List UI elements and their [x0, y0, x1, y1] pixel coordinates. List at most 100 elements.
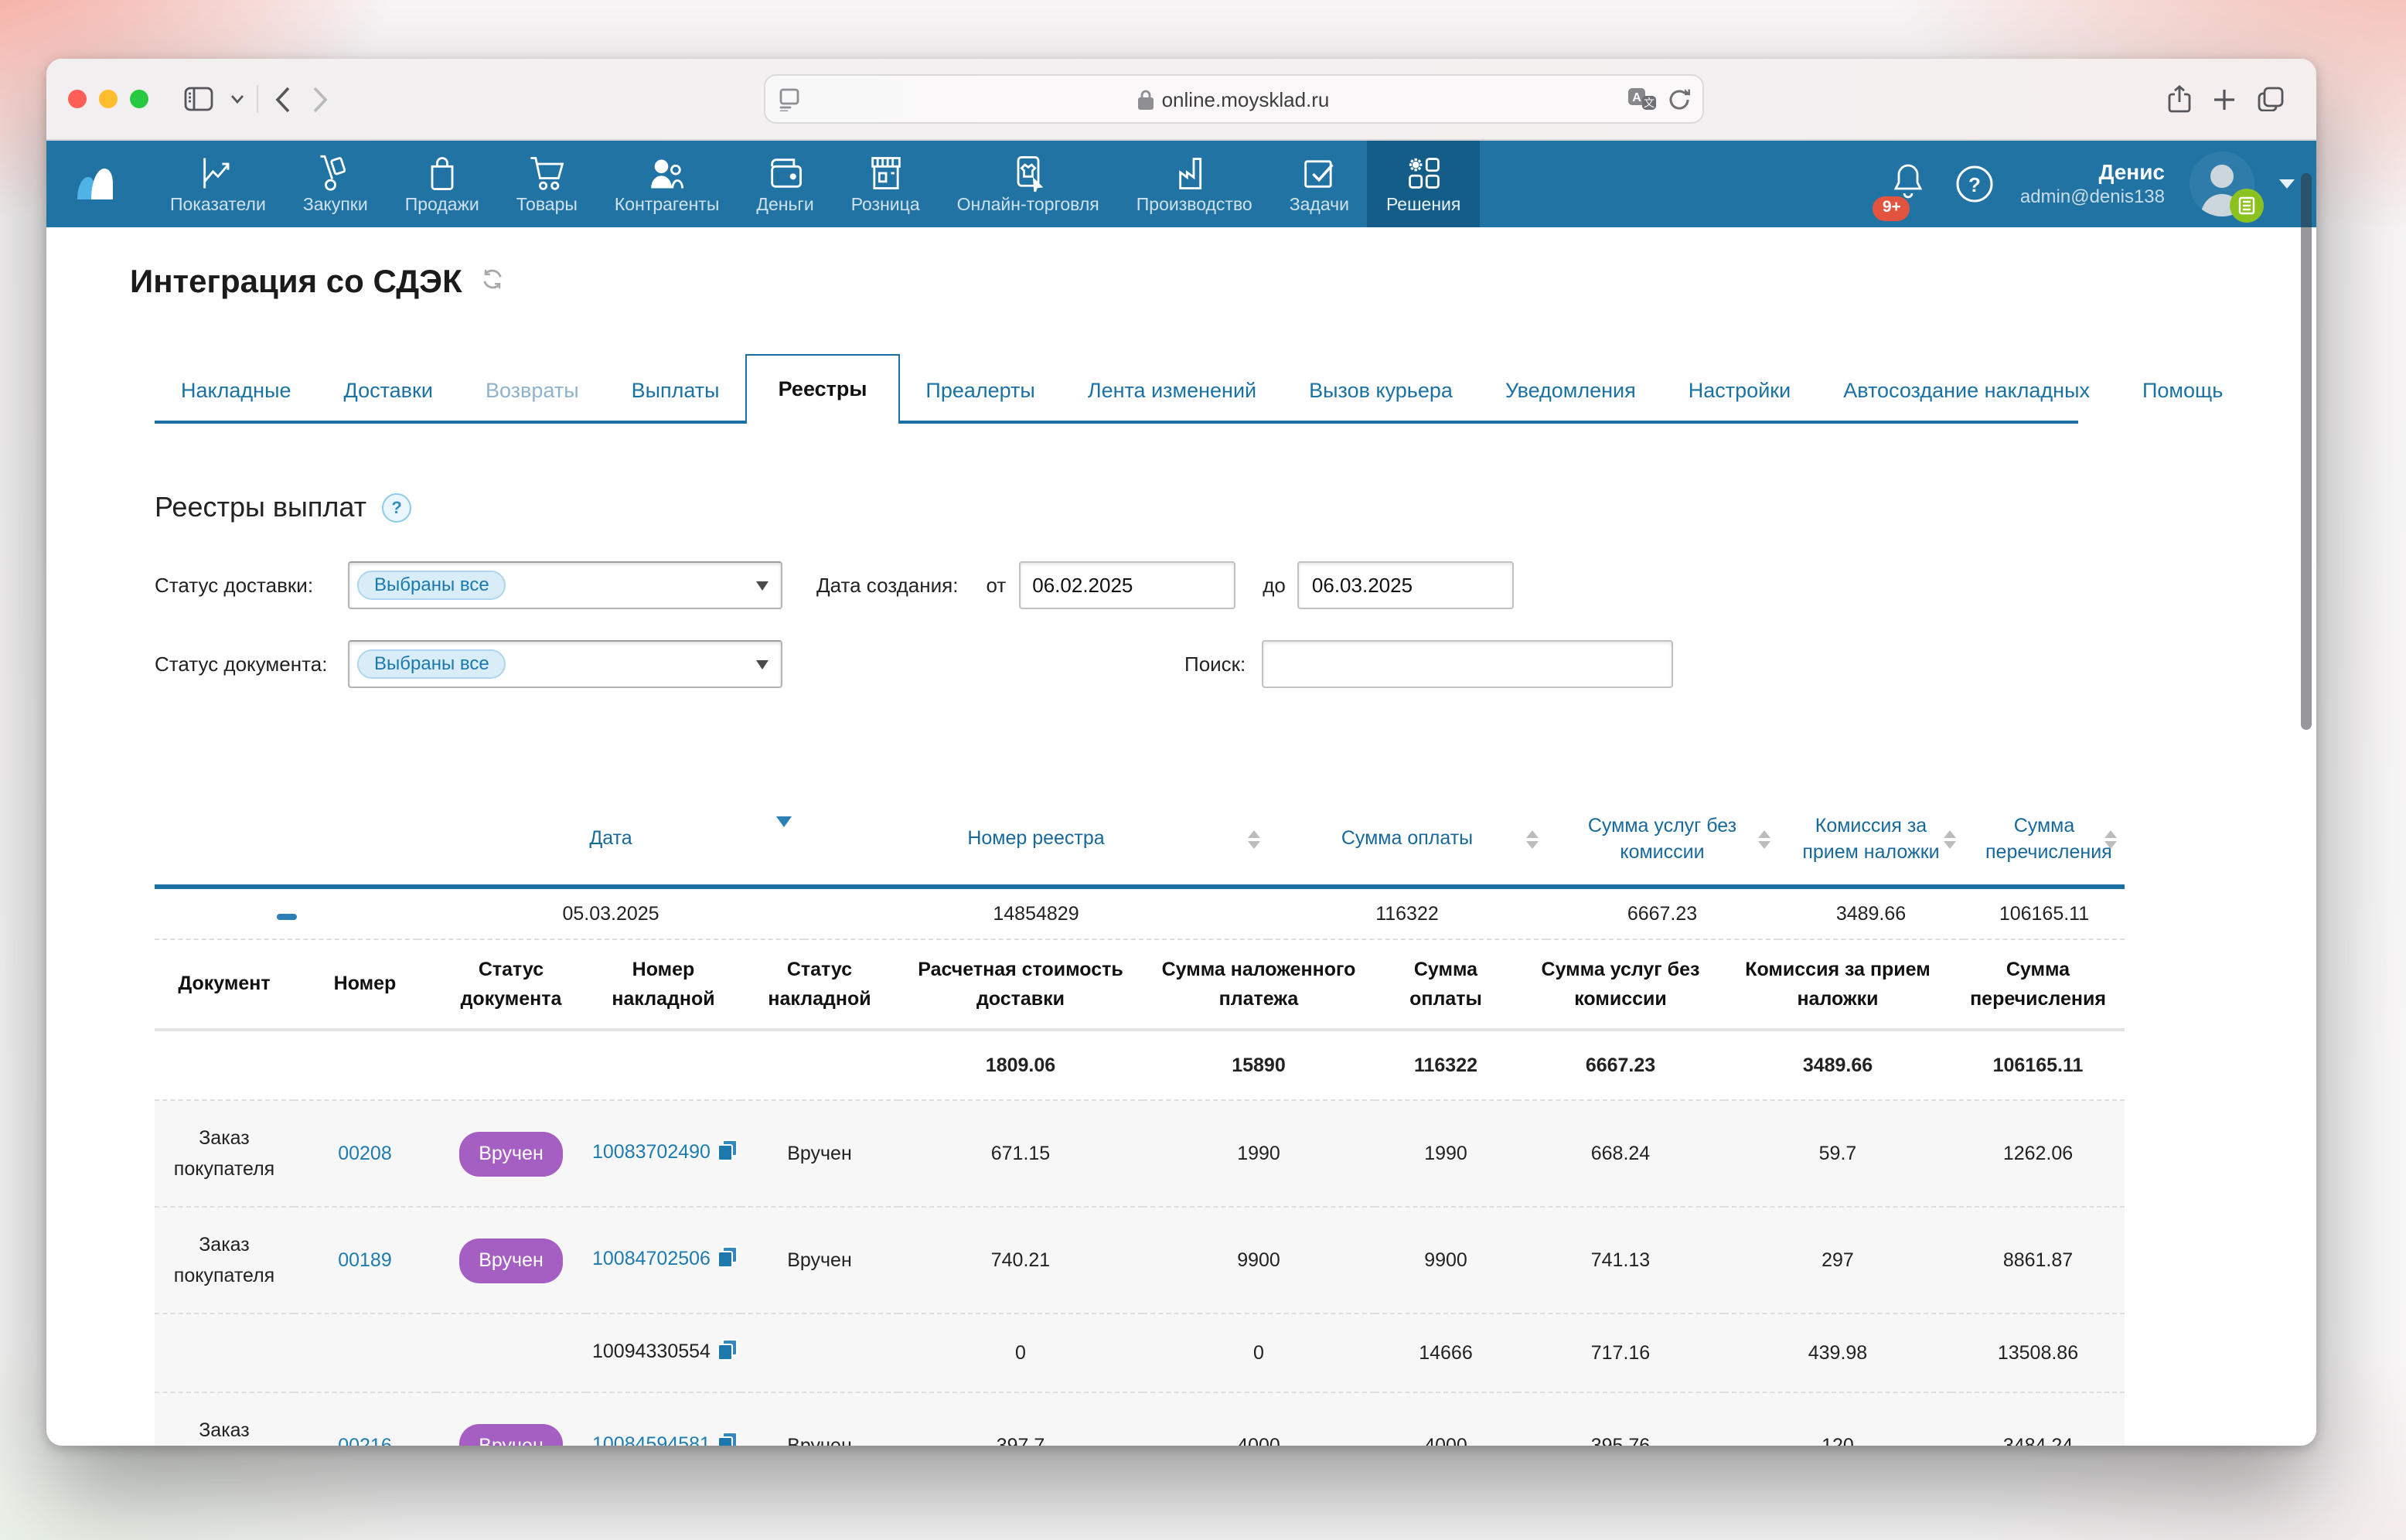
section-help-icon[interactable]: ? — [382, 493, 411, 523]
copy-icon[interactable] — [718, 1433, 738, 1446]
document-status-select[interactable]: Выбраны все — [348, 639, 782, 687]
cell-cod-sum: 4000 — [1143, 1393, 1375, 1446]
nav-item-kontragenty[interactable]: Контрагенты — [596, 141, 738, 227]
sidebar-toggle-icon[interactable] — [173, 76, 224, 122]
col-registry-number[interactable]: Номер реестра — [804, 798, 1268, 887]
document-status-value: Выбраны все — [357, 649, 506, 678]
col-document: Документ — [155, 940, 294, 1031]
nav-item-prodazhi[interactable]: Продажи — [387, 141, 498, 227]
zoom-window-button[interactable] — [130, 90, 148, 108]
nav-item-tovary[interactable]: Товары — [498, 141, 596, 227]
copy-icon[interactable] — [718, 1140, 738, 1171]
refresh-icon[interactable] — [481, 267, 504, 298]
tab-bar: Накладные Доставки Возвраты Выплаты Реес… — [155, 354, 2078, 424]
minimize-window-button[interactable] — [99, 90, 118, 108]
cell-payment-sum: 9900 — [1375, 1208, 1517, 1314]
waybill-number-link[interactable]: 10084594581 — [592, 1434, 711, 1446]
sort-icon[interactable] — [1248, 830, 1260, 849]
tab-avtosozdanie[interactable]: Автосоздание накладных — [1817, 362, 2116, 421]
cell-payment-sum: 1990 — [1375, 1101, 1517, 1208]
user-name: Денис — [2020, 159, 2165, 186]
reload-icon[interactable] — [1668, 87, 1690, 111]
cell-delivery-cost: 740.21 — [898, 1208, 1143, 1314]
col-transfer-sum[interactable]: Сумма перечисления — [1964, 798, 2125, 887]
cell-transfer-sum: 3484.24 — [1951, 1393, 2125, 1446]
lock-icon — [1139, 89, 1154, 109]
tab-vyplaty[interactable]: Выплаты — [605, 362, 746, 421]
tab-vyzov-kuryera[interactable]: Вызов курьера — [1283, 362, 1479, 421]
copy-icon[interactable] — [718, 1247, 738, 1278]
moysklad-logo[interactable] — [68, 141, 127, 227]
nav-item-online-torgovlya[interactable]: Онлайн-торговля — [939, 141, 1118, 227]
col-services-sum[interactable]: Сумма услуг без комиссии — [1546, 798, 1778, 887]
handtruck-icon — [315, 152, 356, 192]
cell-transfer-sum: 1262.06 — [1951, 1101, 2125, 1208]
sort-icon[interactable] — [2104, 830, 2117, 849]
nav-item-pokazateli[interactable]: Показатели — [152, 141, 285, 227]
avatar[interactable] — [2190, 152, 2254, 216]
tab-nakladnye[interactable]: Накладные — [155, 362, 318, 421]
new-tab-icon[interactable] — [2202, 76, 2247, 122]
table-row: Заказ покупателя 00216 Вручен 1008459458… — [155, 1393, 2125, 1446]
document-number-link[interactable]: 00208 — [338, 1143, 392, 1165]
document-number-link[interactable]: 00189 — [338, 1250, 392, 1272]
sort-desc-icon[interactable] — [776, 816, 792, 827]
share-icon[interactable] — [2157, 76, 2202, 122]
nav-item-dengi[interactable]: Деньги — [738, 141, 832, 227]
col-date[interactable]: Дата — [417, 798, 804, 887]
page-title: Интеграция со СДЭК — [130, 264, 462, 302]
date-to-input[interactable] — [1298, 560, 1515, 608]
sort-icon[interactable] — [1944, 830, 1956, 849]
tab-pomosch[interactable]: Помощь — [2116, 362, 2249, 421]
nav-item-roznitsa[interactable]: Розница — [833, 141, 939, 227]
notifications-button[interactable]: 9+ — [1887, 154, 1931, 214]
back-button[interactable] — [264, 76, 302, 122]
help-button[interactable]: ? — [1955, 164, 1995, 204]
address-bar[interactable]: online.moysklad.ru A文 — [764, 74, 1704, 124]
delivery-status-label: Статус доставки: — [155, 573, 348, 596]
cell-commission: 297 — [1724, 1208, 1951, 1314]
nav-item-proizvodstvo[interactable]: Производство — [1118, 141, 1271, 227]
sort-icon[interactable] — [1758, 830, 1770, 849]
cell-cod-sum: 0 — [1143, 1314, 1375, 1393]
search-label: Поиск: — [1184, 652, 1246, 675]
waybill-number-link[interactable]: 10083702490 — [592, 1142, 711, 1164]
tab-overview-icon[interactable] — [2247, 76, 2295, 122]
cell-waybill-status: Вручен — [741, 1208, 898, 1314]
cell-services-sum: 668.24 — [1517, 1101, 1724, 1208]
waybill-number-link[interactable]: 10084702506 — [592, 1249, 711, 1270]
page-content: Интеграция со СДЭК Накладные Доставки Во… — [46, 227, 2316, 1446]
col-commission[interactable]: Комиссия за прием наложки — [1778, 798, 1964, 887]
sort-icon[interactable] — [1526, 830, 1539, 849]
registries-table: Дата Номер реестра Сумма оплаты Сумма ус… — [155, 798, 2125, 1446]
tab-vozvraty[interactable]: Возвраты — [459, 362, 605, 421]
cell-commission: 439.98 — [1724, 1314, 1951, 1393]
collapse-group-button[interactable] — [276, 914, 296, 920]
tab-nastroyki[interactable]: Настройки — [1662, 362, 1817, 421]
sidebar-chevron-icon[interactable] — [224, 76, 250, 122]
user-info[interactable]: Денис admin@denis138 — [2020, 159, 2165, 210]
date-from-input[interactable] — [1018, 560, 1235, 608]
user-account: admin@denis138 — [2020, 186, 2165, 210]
tab-reestry[interactable]: Реестры — [746, 354, 900, 421]
tab-dostavki[interactable]: Доставки — [318, 362, 459, 421]
col-payment-sum[interactable]: Сумма оплаты — [1268, 798, 1546, 887]
news-badge-icon[interactable] — [2230, 189, 2264, 223]
nav-item-zadachi[interactable]: Задачи — [1271, 141, 1368, 227]
nav-item-resheniya[interactable]: Решения — [1368, 141, 1479, 227]
user-menu-caret-icon[interactable] — [2279, 179, 2295, 189]
search-input[interactable] — [1261, 639, 1672, 687]
copy-icon[interactable] — [718, 1340, 738, 1371]
tab-lenta-izmeneniy[interactable]: Лента изменений — [1062, 362, 1283, 421]
document-number-link[interactable]: 00216 — [338, 1436, 392, 1446]
translate-icon[interactable]: A文 — [1628, 88, 1656, 110]
cell-payment-sum: 4000 — [1375, 1393, 1517, 1446]
close-window-button[interactable] — [68, 90, 87, 108]
forward-button[interactable] — [302, 76, 339, 122]
delivery-status-select[interactable]: Выбраны все — [348, 560, 782, 608]
page-scrollbar-thumb[interactable] — [2301, 173, 2312, 730]
date-to-label: до — [1263, 573, 1286, 596]
tab-prealerty[interactable]: Преалерты — [899, 362, 1061, 421]
tab-uvedomleniya[interactable]: Уведомления — [1479, 362, 1662, 421]
nav-item-zakupki[interactable]: Закупки — [285, 141, 387, 227]
